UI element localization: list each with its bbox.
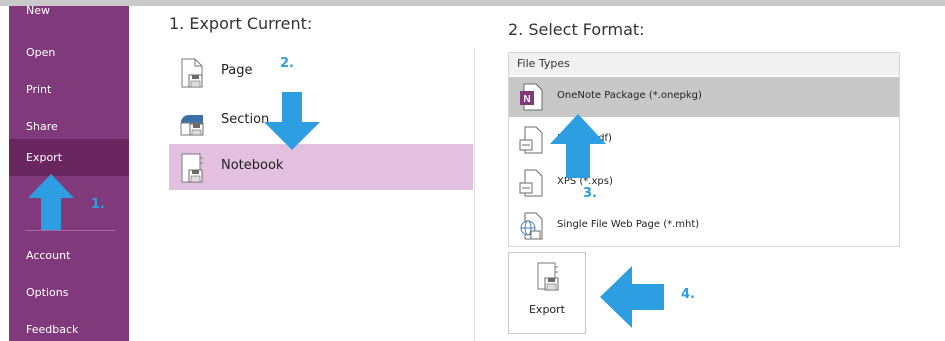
annotation-step-2: 2. [280, 56, 294, 71]
export-option-page[interactable]: Page [169, 49, 473, 95]
file-type-onepkg[interactable]: N OneNote Package (*.onepkg) [509, 77, 899, 117]
sidebar-item-open[interactable]: Open [9, 34, 129, 71]
annotation-step-4: 4. [681, 287, 695, 302]
export-button[interactable]: Export [508, 252, 586, 334]
export-button-label: Export [528, 303, 565, 316]
annotation-arrow-down-2 [264, 92, 320, 150]
sidebar-item-account[interactable]: Account [9, 237, 129, 274]
file-types-header: File Types [509, 53, 899, 75]
export-option-label: Notebook [221, 158, 284, 173]
svg-text:N: N [523, 94, 530, 105]
annotation-arrow-up-1 [28, 174, 74, 230]
file-type-label: Single File Web Page (*.mht) [557, 219, 700, 230]
notebook-icon [181, 153, 203, 183]
web-page-icon [520, 212, 543, 240]
select-format-title: 2. Select Format: [508, 20, 645, 39]
onenote-package-icon: N [520, 83, 543, 111]
export-option-label: Page [221, 63, 253, 78]
sidebar-item-options[interactable]: Options [9, 274, 129, 311]
file-type-mht[interactable]: Single File Web Page (*.mht) [509, 206, 899, 246]
file-type-label: OneNote Package (*.onepkg) [557, 90, 702, 101]
sidebar-item-print[interactable]: Print [9, 71, 129, 108]
column-divider [474, 48, 475, 341]
sidebar-item-new[interactable]: New [9, 0, 129, 29]
export-icon [537, 262, 559, 291]
annotation-arrow-up-3 [550, 114, 606, 178]
annotation-step-1: 1. [91, 197, 105, 212]
export-current-title: 1. Export Current: [169, 14, 313, 33]
page-icon [181, 58, 203, 88]
pdf-icon [519, 126, 543, 154]
xps-icon [519, 169, 543, 197]
onenote-export-backstage: New Open Print Share Export Account Opti… [0, 0, 945, 341]
annotation-step-3: 3. [583, 186, 597, 201]
section-icon [180, 115, 204, 136]
annotation-arrow-left-4 [600, 266, 664, 328]
sidebar-item-feedback[interactable]: Feedback [9, 311, 129, 341]
sidebar-item-export[interactable]: Export [9, 139, 129, 176]
